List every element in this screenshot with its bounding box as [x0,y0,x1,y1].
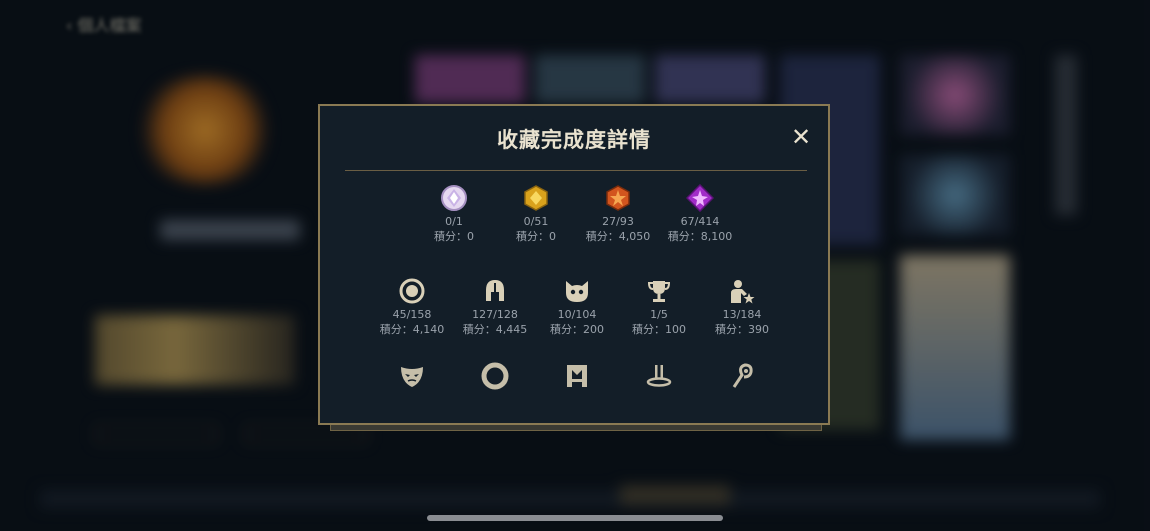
faded-caption [614,392,704,401]
item-points: 積分：4,050 [585,230,651,243]
mask-icon [401,367,423,387]
collection-completion-modal: 收藏完成度詳情 ✕ 0/1 積分：0 0/51 積分：0 27/93 積分：4,… [318,104,830,425]
faded-caption [450,392,540,401]
item-count: 0/1 [445,215,463,228]
collection-item[interactable]: 67/414 積分：8,100 [655,184,745,245]
collection-item[interactable]: 13/184 積分：390 [697,277,787,338]
purple-star-gem-icon [686,184,714,212]
orange-star-gem-icon [606,185,630,211]
collection-item[interactable]: 0/1 積分：0 [409,184,499,245]
close-button[interactable]: ✕ [788,124,814,150]
item-points: 積分：4,445 [462,323,528,336]
item-points: 積分：4,140 [379,323,445,336]
chevron-left-icon: ‹ [66,16,73,35]
collection-item[interactable]: 27/93 積分：4,050 [573,184,663,245]
gold-gem-icon [524,185,548,211]
pedestal-icon [646,365,672,387]
trophy-icon [647,281,671,302]
item-count: 27/93 [602,215,634,228]
back-label: 個人檔案 [77,16,142,35]
cat-face-icon [566,281,588,302]
collection-item[interactable]: 1/5 積分：100 [614,277,704,338]
collection-item[interactable] [367,362,457,401]
item-count: 1/5 [650,308,668,321]
item-points: 積分：0 [516,230,556,243]
collection-item[interactable] [450,362,540,401]
close-icon: ✕ [790,123,812,151]
item-points: 積分：100 [632,323,686,336]
collection-item[interactable] [614,362,704,401]
collection-item[interactable] [697,362,787,401]
ring-icon [399,278,425,304]
item-count: 10/104 [557,308,597,321]
white-gem-icon [441,185,467,211]
person-star-icon [731,280,755,304]
item-count: 45/158 [392,308,432,321]
collection-item[interactable]: 45/158 積分：4,140 [367,277,457,338]
item-points: 積分：0 [434,230,474,243]
collection-item[interactable]: 10/104 積分：200 [532,277,622,338]
collection-item[interactable] [532,362,622,401]
collection-item[interactable]: 0/51 積分：0 [491,184,581,245]
faded-caption [367,392,457,401]
item-points: 積分：390 [715,323,769,336]
divider [345,170,807,171]
modal-title: 收藏完成度詳情 [497,128,651,152]
item-count: 13/184 [722,308,762,321]
banner-icon [567,365,587,387]
home-indicator[interactable] [427,515,723,521]
hook-icon [732,363,753,388]
helmet-icon [486,280,504,301]
circle-frame-icon [481,362,509,390]
faded-caption [697,392,787,401]
item-count: 127/128 [472,308,518,321]
item-count: 0/51 [523,215,549,228]
faded-caption [532,392,622,401]
collection-item[interactable]: 127/128 積分：4,445 [450,277,540,338]
item-points: 積分：200 [550,323,604,336]
back-button[interactable]: ‹ 個人檔案 [66,12,142,36]
item-count: 67/414 [680,215,720,228]
item-points: 積分：8,100 [667,230,733,243]
